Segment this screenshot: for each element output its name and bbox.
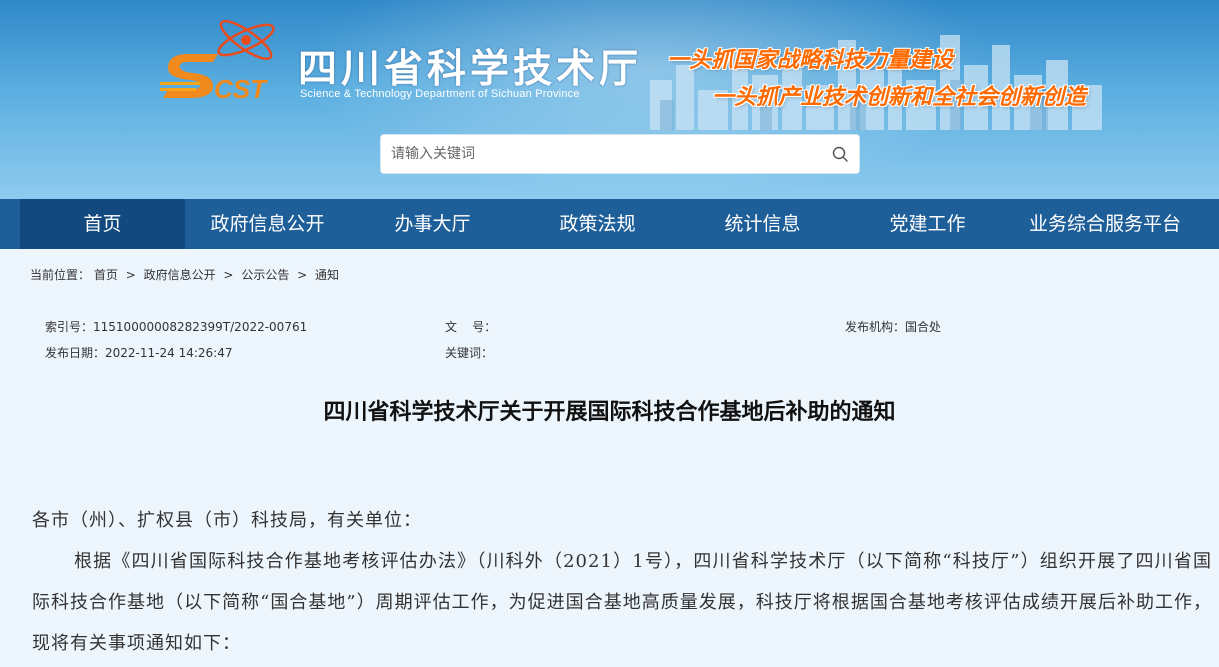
breadcrumb-item-notice[interactable]: 通知	[315, 268, 339, 282]
main-nav: 首页 政府信息公开 办事大厅 政策法规 统计信息 党建工作 业务综合服务平台	[0, 199, 1219, 249]
breadcrumb-item-home[interactable]: 首页	[94, 268, 118, 282]
search-box	[380, 134, 860, 174]
meta-column-1: 索引号：11510000008282399T/2022-00761 发布日期：2…	[45, 314, 307, 366]
logo-letters: CST	[214, 74, 268, 104]
meta-column-2: 文 号： 关键词：	[445, 314, 496, 366]
nav-item-service-hall[interactable]: 办事大厅	[350, 199, 515, 249]
date-label: 发布日期：	[45, 346, 106, 360]
nav-item-statistics[interactable]: 统计信息	[680, 199, 845, 249]
site-subtitle: Science & Technology Department of Sichu…	[300, 88, 580, 100]
breadcrumb-separator: >	[125, 268, 136, 282]
org-label: 发布机构：	[845, 320, 906, 334]
article-paragraph: 根据《四川省国际科技合作基地考核评估办法》（川科外（2021）1号），四川省科学…	[32, 551, 1212, 654]
slogan-line-2: 一头抓产业技术创新和全社会创新创造	[712, 85, 1087, 110]
scst-logo-icon: CST	[160, 20, 275, 104]
site-title: 四川省科学技术厅	[298, 47, 643, 92]
article-salutation: 各市（州）、扩权县（市）科技局，有关单位：	[32, 510, 422, 531]
breadcrumb: 当前位置： 首页 > 政府信息公开 > 公示公告 > 通知	[30, 266, 339, 283]
nav-item-party-work[interactable]: 党建工作	[845, 199, 1010, 249]
nav-item-policies[interactable]: 政策法规	[515, 199, 680, 249]
org-value: 国合处	[905, 320, 942, 334]
nav-item-gov-info[interactable]: 政府信息公开	[185, 199, 350, 249]
article-body: 各市（州）、扩权县（市）科技局，有关单位： 根据《四川省国际科技合作基地考核评估…	[32, 500, 1212, 664]
city-skyline-decoration	[650, 35, 1102, 130]
nav-item-home[interactable]: 首页	[20, 199, 185, 249]
nav-item-service-platform[interactable]: 业务综合服务平台	[1010, 199, 1200, 249]
breadcrumb-separator: >	[297, 268, 308, 282]
header-banner: CST 四川省科学技术厅 Science & Technology Depart…	[0, 0, 1219, 199]
meta-column-3: 发布机构：国合处	[845, 314, 941, 340]
index-value: 11510000008282399T/2022-00761	[93, 320, 308, 334]
breadcrumb-item-announcements[interactable]: 公示公告	[241, 268, 289, 282]
keywords-label: 关键词：	[445, 346, 494, 360]
breadcrumb-item-gov-info[interactable]: 政府信息公开	[144, 268, 216, 282]
index-label: 索引号：	[45, 320, 94, 334]
docno-label: 文 号：	[445, 320, 497, 334]
slogan-line-1: 一头抓国家战略科技力量建设	[667, 48, 954, 73]
article-title: 四川省科学技术厅关于开展国际科技合作基地后补助的通知	[323, 400, 896, 425]
breadcrumb-separator: >	[223, 268, 234, 282]
search-icon[interactable]	[831, 145, 849, 163]
breadcrumb-prefix: 当前位置：	[30, 268, 91, 282]
search-input[interactable]	[381, 135, 821, 173]
date-value: 2022-11-24 14:26:47	[105, 346, 233, 360]
